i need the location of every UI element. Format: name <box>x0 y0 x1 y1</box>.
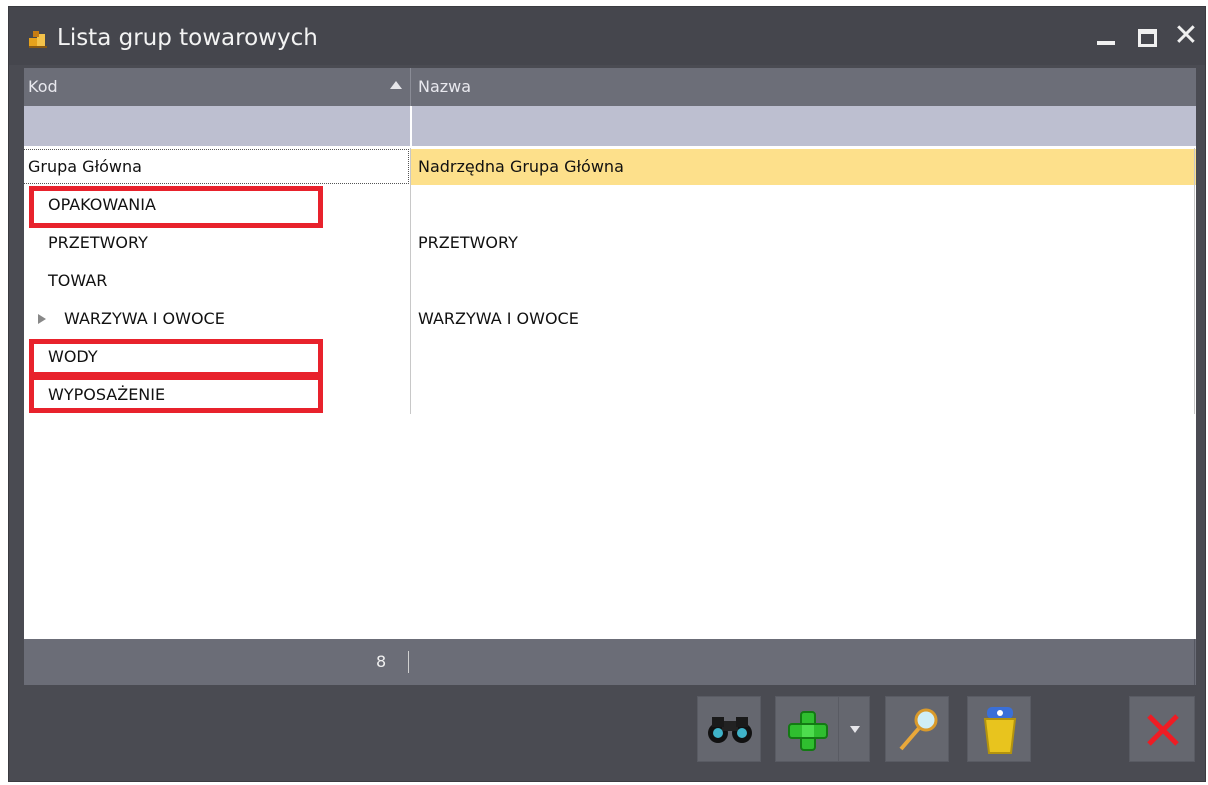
highlight-box-wody <box>29 339 323 377</box>
grid-right-border <box>1194 148 1195 414</box>
view-button[interactable] <box>885 696 949 762</box>
window-title: Lista grup towarowych <box>57 25 318 51</box>
filter-divider <box>410 106 412 146</box>
window: Lista grup towarowych ✕ Kod Nazwa Grupa … <box>8 6 1206 782</box>
cell-kod: Grupa Główna <box>28 157 142 176</box>
highlight-box-wyposazenie <box>29 375 323 413</box>
search-button[interactable] <box>697 696 761 762</box>
row-count: 8 <box>376 652 387 671</box>
delete-button[interactable] <box>967 696 1031 762</box>
filter-row[interactable] <box>24 106 1196 146</box>
cell-kod: PRZETWORY <box>48 233 148 252</box>
cell-kod: TOWAR <box>48 271 108 290</box>
trash-icon <box>983 707 1017 754</box>
close-icon <box>1147 714 1179 746</box>
magnifier-icon <box>899 708 938 751</box>
column-divider <box>410 148 411 414</box>
table-row[interactable]: WARZYWA I OWOCE WARZYWA I OWOCE <box>24 300 1196 338</box>
title-bar[interactable]: Lista grup towarowych ✕ <box>9 7 1205 65</box>
column-divider[interactable] <box>410 68 411 106</box>
maximize-button[interactable] <box>1131 21 1161 51</box>
cell-kod: WARZYWA I OWOCE <box>64 309 225 328</box>
cell-nazwa: WARZYWA I OWOCE <box>418 309 579 328</box>
column-header-nazwa[interactable]: Nazwa <box>418 68 471 106</box>
dropdown-arrow-icon <box>850 726 860 733</box>
highlight-box-opakowania <box>29 186 323 228</box>
binoculars-icon <box>708 717 752 743</box>
cell-nazwa: Nadrzędna Grupa Główna <box>418 157 624 176</box>
close-button[interactable] <box>1129 696 1195 762</box>
grid-header: Kod Nazwa <box>24 68 1196 106</box>
footer-divider <box>408 651 409 673</box>
sort-ascending-icon <box>390 81 402 89</box>
footer-border <box>1194 639 1195 685</box>
add-button[interactable] <box>775 696 839 762</box>
grid-footer: 8 <box>24 639 1196 685</box>
add-icon <box>788 711 828 751</box>
cell-nazwa: PRZETWORY <box>418 233 518 252</box>
add-dropdown-button[interactable] <box>838 696 870 762</box>
table-row[interactable]: PRZETWORY PRZETWORY <box>24 224 1196 262</box>
minimize-button[interactable] <box>1091 21 1121 51</box>
app-icon <box>29 31 47 48</box>
table-row[interactable]: TOWAR <box>24 262 1196 300</box>
expand-arrow-icon[interactable] <box>38 314 46 324</box>
table-row[interactable]: Grupa Główna Nadrzędna Grupa Główna <box>24 148 1196 186</box>
close-window-button[interactable]: ✕ <box>1171 21 1201 51</box>
column-header-kod[interactable]: Kod <box>28 68 58 106</box>
